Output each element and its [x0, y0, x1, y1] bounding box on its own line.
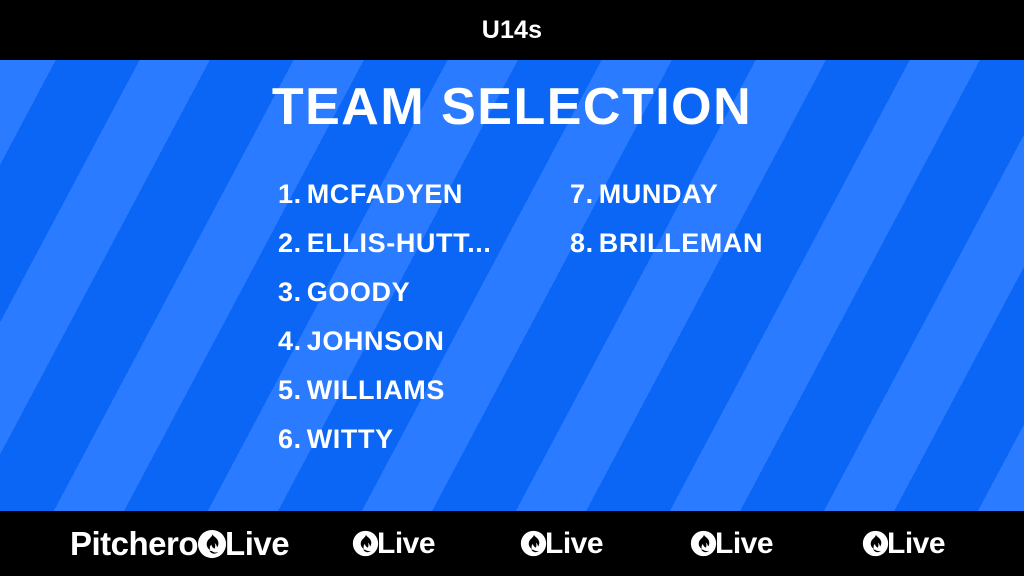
player-number: 1. [278, 179, 302, 209]
team-name-title: U14s [481, 15, 543, 44]
player-name: BRILLEMAN [598, 228, 764, 258]
player-number: 6. [278, 424, 302, 454]
pitchero-flame-icon [862, 530, 889, 557]
logo-word-live: Live [225, 525, 290, 562]
sponsor-footer-bar: Pitchero Live Live Live Live Live [0, 511, 1024, 576]
player-number: 2. [278, 228, 302, 258]
list-item: 2. ELLIS-HUTT... [278, 219, 570, 268]
list-item: 3. GOODY [278, 268, 570, 317]
sponsor-live-logo-4: Live [862, 526, 946, 560]
sponsor-live-logo-2: Live [520, 526, 604, 560]
player-number: 4. [278, 326, 302, 356]
pitchero-flame-icon [690, 530, 717, 557]
pitchero-flame-icon [520, 530, 547, 557]
main-panel: TEAM SELECTION 1. MCFADYEN 2. ELLIS-HUTT..… [0, 60, 1024, 511]
team-selection-list: 1. MCFADYEN 2. ELLIS-HUTT... 3. GOODY 4. JOH… [278, 170, 978, 464]
player-number: 5. [278, 375, 302, 405]
page-title: TEAM SELECTION [271, 78, 753, 136]
list-item: 8. BRILLEMAN [570, 219, 900, 268]
logo-word-live: Live [887, 526, 946, 560]
logo-word-live: Live [715, 526, 774, 560]
pitchero-live-logo: Pitchero Live [70, 525, 290, 562]
logo-word-live: Live [377, 526, 436, 560]
logo-word-pitchero: Pitchero [70, 525, 199, 562]
pitchero-flame-icon [197, 529, 227, 559]
player-number: 8. [570, 228, 594, 258]
roster-column-left: 1. MCFADYEN 2. ELLIS-HUTT... 3. GOODY 4. JOH… [278, 170, 570, 464]
player-number: 7. [570, 179, 594, 209]
list-item: 1. MCFADYEN [278, 170, 570, 219]
player-name: WITTY [306, 424, 394, 454]
list-item: 5. WILLIAMS [278, 366, 570, 415]
list-item: 4. JOHNSON [278, 317, 570, 366]
player-name: ELLIS-HUTT... [306, 228, 492, 258]
pitchero-flame-icon [352, 530, 379, 557]
player-name: GOODY [306, 277, 411, 307]
top-title-bar: U14s [0, 0, 1024, 60]
broadcast-graphic: U14s TEAM SELECTION 1. MCFADYEN 2. ELLIS-H… [0, 0, 1024, 576]
player-name: MUNDAY [598, 179, 719, 209]
logo-word-live: Live [545, 526, 604, 560]
player-number: 3. [278, 277, 302, 307]
roster-column-right: 7. MUNDAY 8. BRILLEMAN [570, 170, 900, 268]
list-item: 7. MUNDAY [570, 170, 900, 219]
sponsor-live-logo-1: Live [352, 526, 436, 560]
sponsor-live-logo-3: Live [690, 526, 774, 560]
player-name: WILLIAMS [306, 375, 445, 405]
player-name: MCFADYEN [306, 179, 464, 209]
player-name: JOHNSON [306, 326, 445, 356]
list-item: 6. WITTY [278, 415, 570, 464]
logo-row: Pitchero Live Live Live Live Live [0, 511, 1024, 576]
